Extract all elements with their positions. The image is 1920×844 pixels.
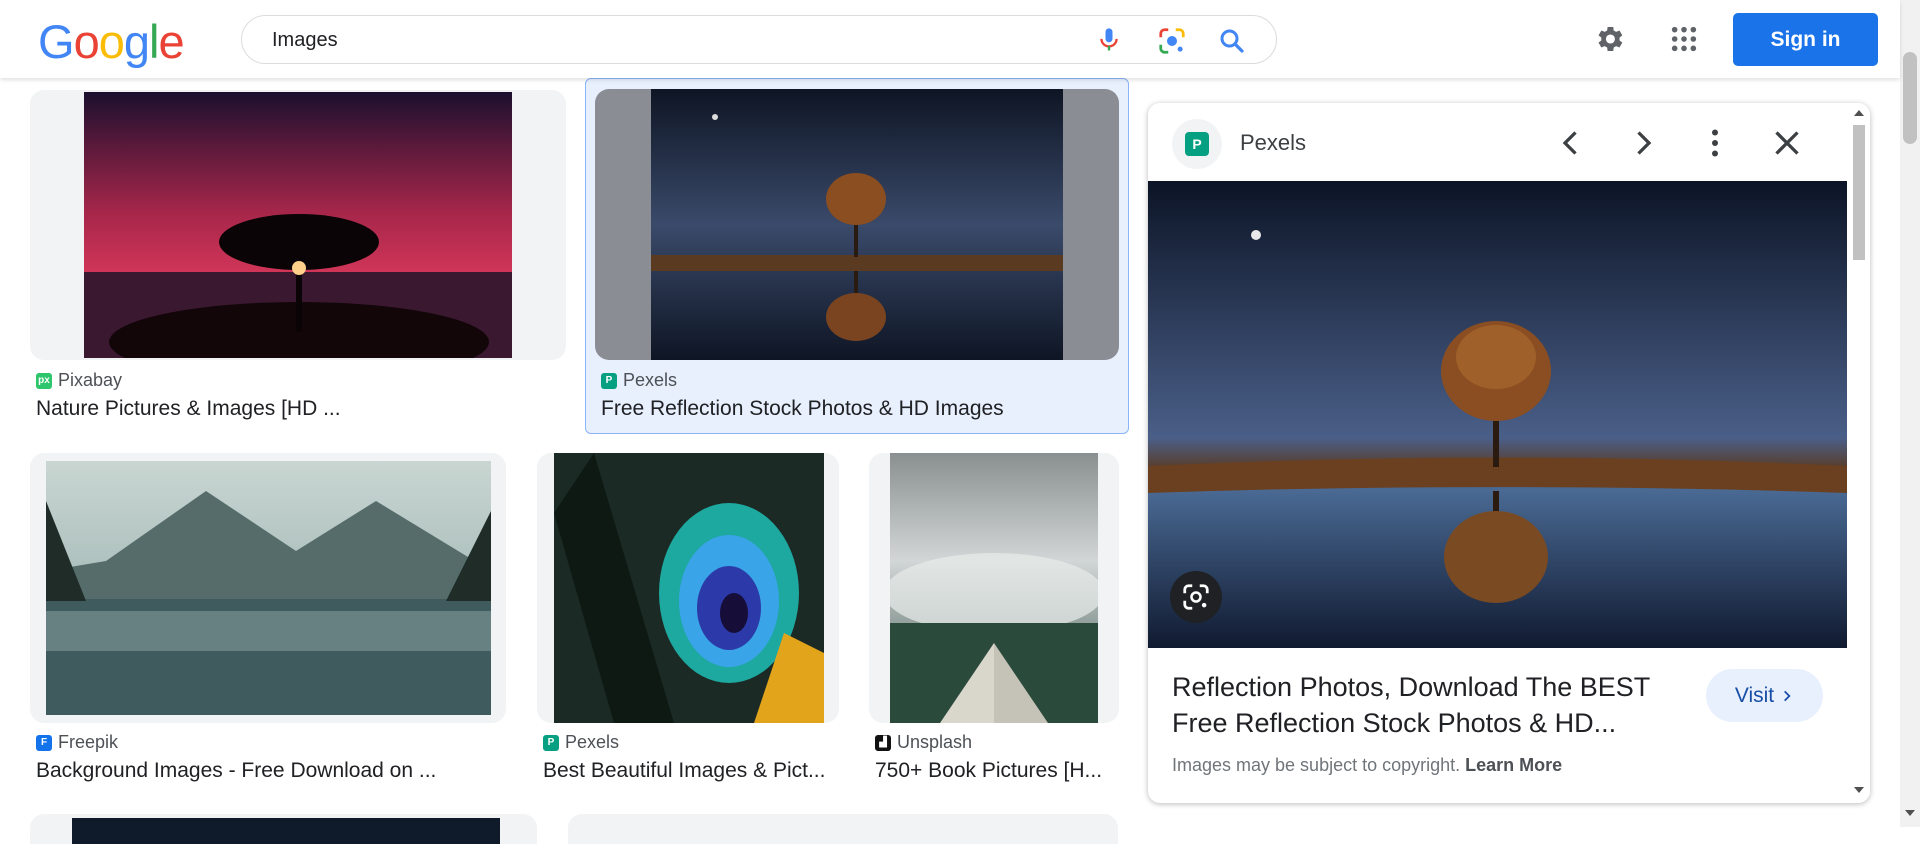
logo-letter: o bbox=[73, 15, 100, 68]
pexels-favicon: P bbox=[601, 372, 617, 389]
page-scrollbar[interactable] bbox=[1900, 0, 1920, 827]
sunset-tree-image bbox=[84, 92, 512, 358]
google-lens-icon[interactable] bbox=[1157, 26, 1187, 56]
result-title[interactable]: Free Reflection Stock Photos & HD Images bbox=[601, 397, 1004, 421]
preview-image[interactable] bbox=[1148, 181, 1847, 648]
previous-chevron-icon[interactable] bbox=[1553, 125, 1589, 161]
source-name: Unsplash bbox=[897, 732, 973, 752]
pexels-icon: P bbox=[1185, 132, 1209, 156]
scroll-down-arrow-icon[interactable] bbox=[1853, 785, 1865, 795]
top-bar: Google Images Sign in bbox=[0, 0, 1900, 78]
microphone-icon[interactable] bbox=[1095, 26, 1123, 54]
google-lens-icon bbox=[1183, 584, 1209, 610]
image-preview-panel: P Pexels Reflection Photos, Download The… bbox=[1148, 103, 1870, 803]
freepik-favicon: F bbox=[36, 734, 52, 751]
learn-more-link[interactable]: Learn More bbox=[1465, 755, 1562, 775]
source-name: Pixabay bbox=[58, 370, 123, 390]
partial-result-thumbnail[interactable] bbox=[568, 814, 1118, 844]
panel-title[interactable]: Reflection Photos, Download The BEST Fre… bbox=[1172, 669, 1692, 741]
result-title[interactable]: Background Images - Free Download on ... bbox=[36, 759, 436, 783]
night-tree-reflection-large-image bbox=[1148, 181, 1847, 648]
image-result[interactable]: ▟ Unsplash 750+ Book Pictures [H... bbox=[869, 453, 1119, 788]
search-input[interactable]: Images bbox=[272, 29, 338, 52]
result-thumbnail[interactable] bbox=[30, 90, 566, 360]
source-name: Freepik bbox=[58, 732, 119, 752]
visit-label: Visit bbox=[1734, 683, 1775, 707]
image-result[interactable]: px Pixabay Nature Pictures & Images [HD … bbox=[30, 90, 566, 430]
unsplash-favicon: ▟ bbox=[875, 734, 891, 751]
source-name: Pexels bbox=[623, 370, 678, 390]
result-source[interactable]: P Pexels bbox=[601, 370, 677, 391]
logo-letter: e bbox=[158, 15, 184, 68]
chevron-right-icon bbox=[1784, 690, 1791, 701]
result-thumbnail[interactable] bbox=[595, 89, 1119, 360]
logo-letter: g bbox=[123, 15, 150, 68]
google-apps-icon[interactable] bbox=[1670, 25, 1698, 53]
result-title[interactable]: 750+ Book Pictures [H... bbox=[875, 759, 1102, 783]
mountain-lake-image bbox=[46, 461, 491, 715]
pexels-favicon: P bbox=[543, 734, 559, 751]
copyright-notice: Images may be subject to copyright. Lear… bbox=[1172, 755, 1562, 776]
result-title[interactable]: Nature Pictures & Images [HD ... bbox=[36, 397, 341, 421]
scroll-down-arrow-icon[interactable] bbox=[1904, 808, 1916, 818]
settings-gear-icon[interactable] bbox=[1592, 22, 1626, 56]
result-thumbnail[interactable] bbox=[869, 453, 1119, 723]
more-options-icon[interactable] bbox=[1697, 125, 1733, 161]
result-thumbnail[interactable] bbox=[30, 453, 506, 723]
close-icon[interactable] bbox=[1769, 125, 1805, 161]
result-source[interactable]: P Pexels bbox=[543, 732, 619, 753]
sign-in-button[interactable]: Sign in bbox=[1733, 13, 1878, 66]
pixabay-favicon: px bbox=[36, 372, 52, 389]
image-result[interactable]: P Pexels Best Beautiful Images & Pict... bbox=[537, 453, 839, 788]
visit-button[interactable]: Visit bbox=[1706, 669, 1823, 722]
panel-scroll-thumb[interactable] bbox=[1853, 125, 1865, 260]
partial-result-thumbnail[interactable] bbox=[30, 814, 537, 844]
panel-source-name[interactable]: Pexels bbox=[1240, 130, 1306, 156]
panel-scrollbar[interactable] bbox=[1848, 103, 1870, 803]
source-favicon[interactable]: P bbox=[1172, 119, 1222, 169]
page-scroll-thumb[interactable] bbox=[1903, 52, 1917, 144]
logo-letter: G bbox=[38, 15, 75, 68]
partial-image bbox=[72, 818, 500, 844]
result-thumbnail[interactable] bbox=[537, 453, 839, 723]
scroll-up-arrow-icon[interactable] bbox=[1853, 108, 1865, 118]
open-book-forest-image bbox=[890, 453, 1098, 723]
image-result[interactable]: P Pexels Free Reflection Stock Photos & … bbox=[595, 89, 1119, 429]
peacock-feather-image bbox=[554, 453, 824, 723]
result-source[interactable]: ▟ Unsplash bbox=[875, 732, 972, 753]
search-box[interactable]: Images bbox=[241, 15, 1277, 64]
copyright-text: Images may be subject to copyright. bbox=[1172, 755, 1461, 775]
lens-search-button[interactable] bbox=[1170, 571, 1222, 623]
logo-letter: o bbox=[98, 15, 125, 68]
result-source[interactable]: px Pixabay bbox=[36, 370, 122, 391]
image-result[interactable]: F Freepik Background Images - Free Downl… bbox=[30, 453, 506, 788]
logo-letter: l bbox=[148, 15, 160, 68]
night-tree-reflection-image bbox=[651, 89, 1063, 360]
source-name: Pexels bbox=[565, 732, 620, 752]
next-chevron-icon[interactable] bbox=[1625, 125, 1661, 161]
result-source[interactable]: F Freepik bbox=[36, 732, 118, 753]
google-logo[interactable]: Google bbox=[38, 15, 185, 68]
result-title[interactable]: Best Beautiful Images & Pict... bbox=[543, 759, 825, 783]
search-icon[interactable] bbox=[1217, 26, 1247, 56]
